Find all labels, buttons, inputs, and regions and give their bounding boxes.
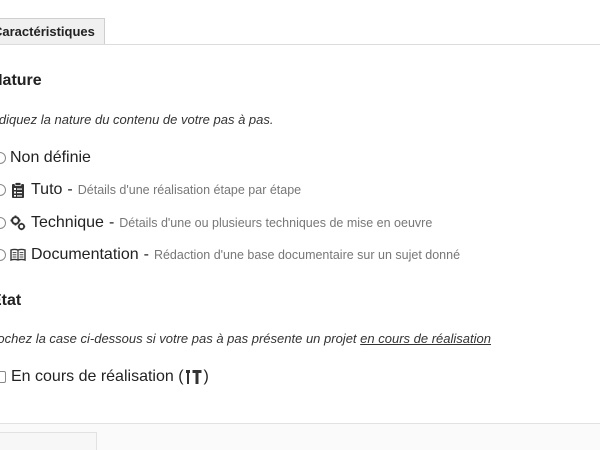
tab-caracteristiques[interactable]: Caractéristiques bbox=[0, 18, 105, 44]
option-title: Non définie bbox=[10, 149, 91, 166]
nature-description: Indiquez la nature du contenu de votre p… bbox=[0, 112, 274, 127]
option-detail: Détails d'une réalisation étape par étap… bbox=[77, 183, 302, 197]
etat-heading: Etat bbox=[0, 292, 22, 309]
etat-description-link[interactable]: en cours de réalisation bbox=[360, 331, 491, 346]
radio-non-definie[interactable] bbox=[0, 152, 6, 164]
etat-description: Cochez la case ci-dessous si votre pas à… bbox=[0, 331, 491, 346]
radio-tuto[interactable] bbox=[0, 184, 6, 196]
checkbox-label-start: En cours de réalisation ( bbox=[11, 368, 184, 385]
etat-option-en-cours[interactable]: En cours de réalisation ( ) bbox=[0, 367, 209, 387]
tab-strip: Caractéristiques bbox=[0, 0, 600, 45]
nature-option-non-definie[interactable]: Non définie bbox=[0, 148, 91, 168]
nature-option-technique[interactable]: Technique - Détails d'une ou plusieurs t… bbox=[0, 213, 432, 233]
tools-icon bbox=[185, 369, 203, 385]
option-separator: - bbox=[67, 181, 73, 198]
option-title: Documentation bbox=[31, 246, 139, 263]
etat-description-text: Cochez la case ci-dessous si votre pas à… bbox=[0, 331, 357, 346]
option-separator: - bbox=[108, 214, 115, 231]
option-detail: Rédaction d'une base documentaire sur un… bbox=[153, 248, 461, 262]
book-icon bbox=[10, 247, 26, 263]
option-title: Technique bbox=[31, 214, 104, 231]
gears-icon bbox=[10, 215, 26, 231]
option-separator: - bbox=[143, 246, 149, 263]
checkbox-en-cours[interactable] bbox=[0, 371, 6, 383]
nature-heading: Nature bbox=[0, 72, 42, 89]
radio-documentation[interactable] bbox=[0, 249, 6, 261]
nature-option-tuto[interactable]: Tuto - Détails d'une réalisation étape p… bbox=[0, 180, 301, 200]
clipboard-icon bbox=[10, 182, 26, 198]
option-detail: Détails d'une ou plusieurs techniques de… bbox=[119, 216, 433, 230]
nature-option-documentation[interactable]: Documentation - Rédaction d'une base doc… bbox=[0, 245, 460, 265]
radio-technique[interactable] bbox=[0, 217, 6, 229]
checkbox-label-end: ) bbox=[203, 368, 209, 385]
bottom-tab-stub bbox=[0, 432, 97, 450]
tab-label: Caractéristiques bbox=[0, 24, 95, 39]
option-title: Tuto bbox=[31, 181, 63, 198]
page: Caractéristiques Nature Indiquez la natu… bbox=[0, 0, 600, 450]
